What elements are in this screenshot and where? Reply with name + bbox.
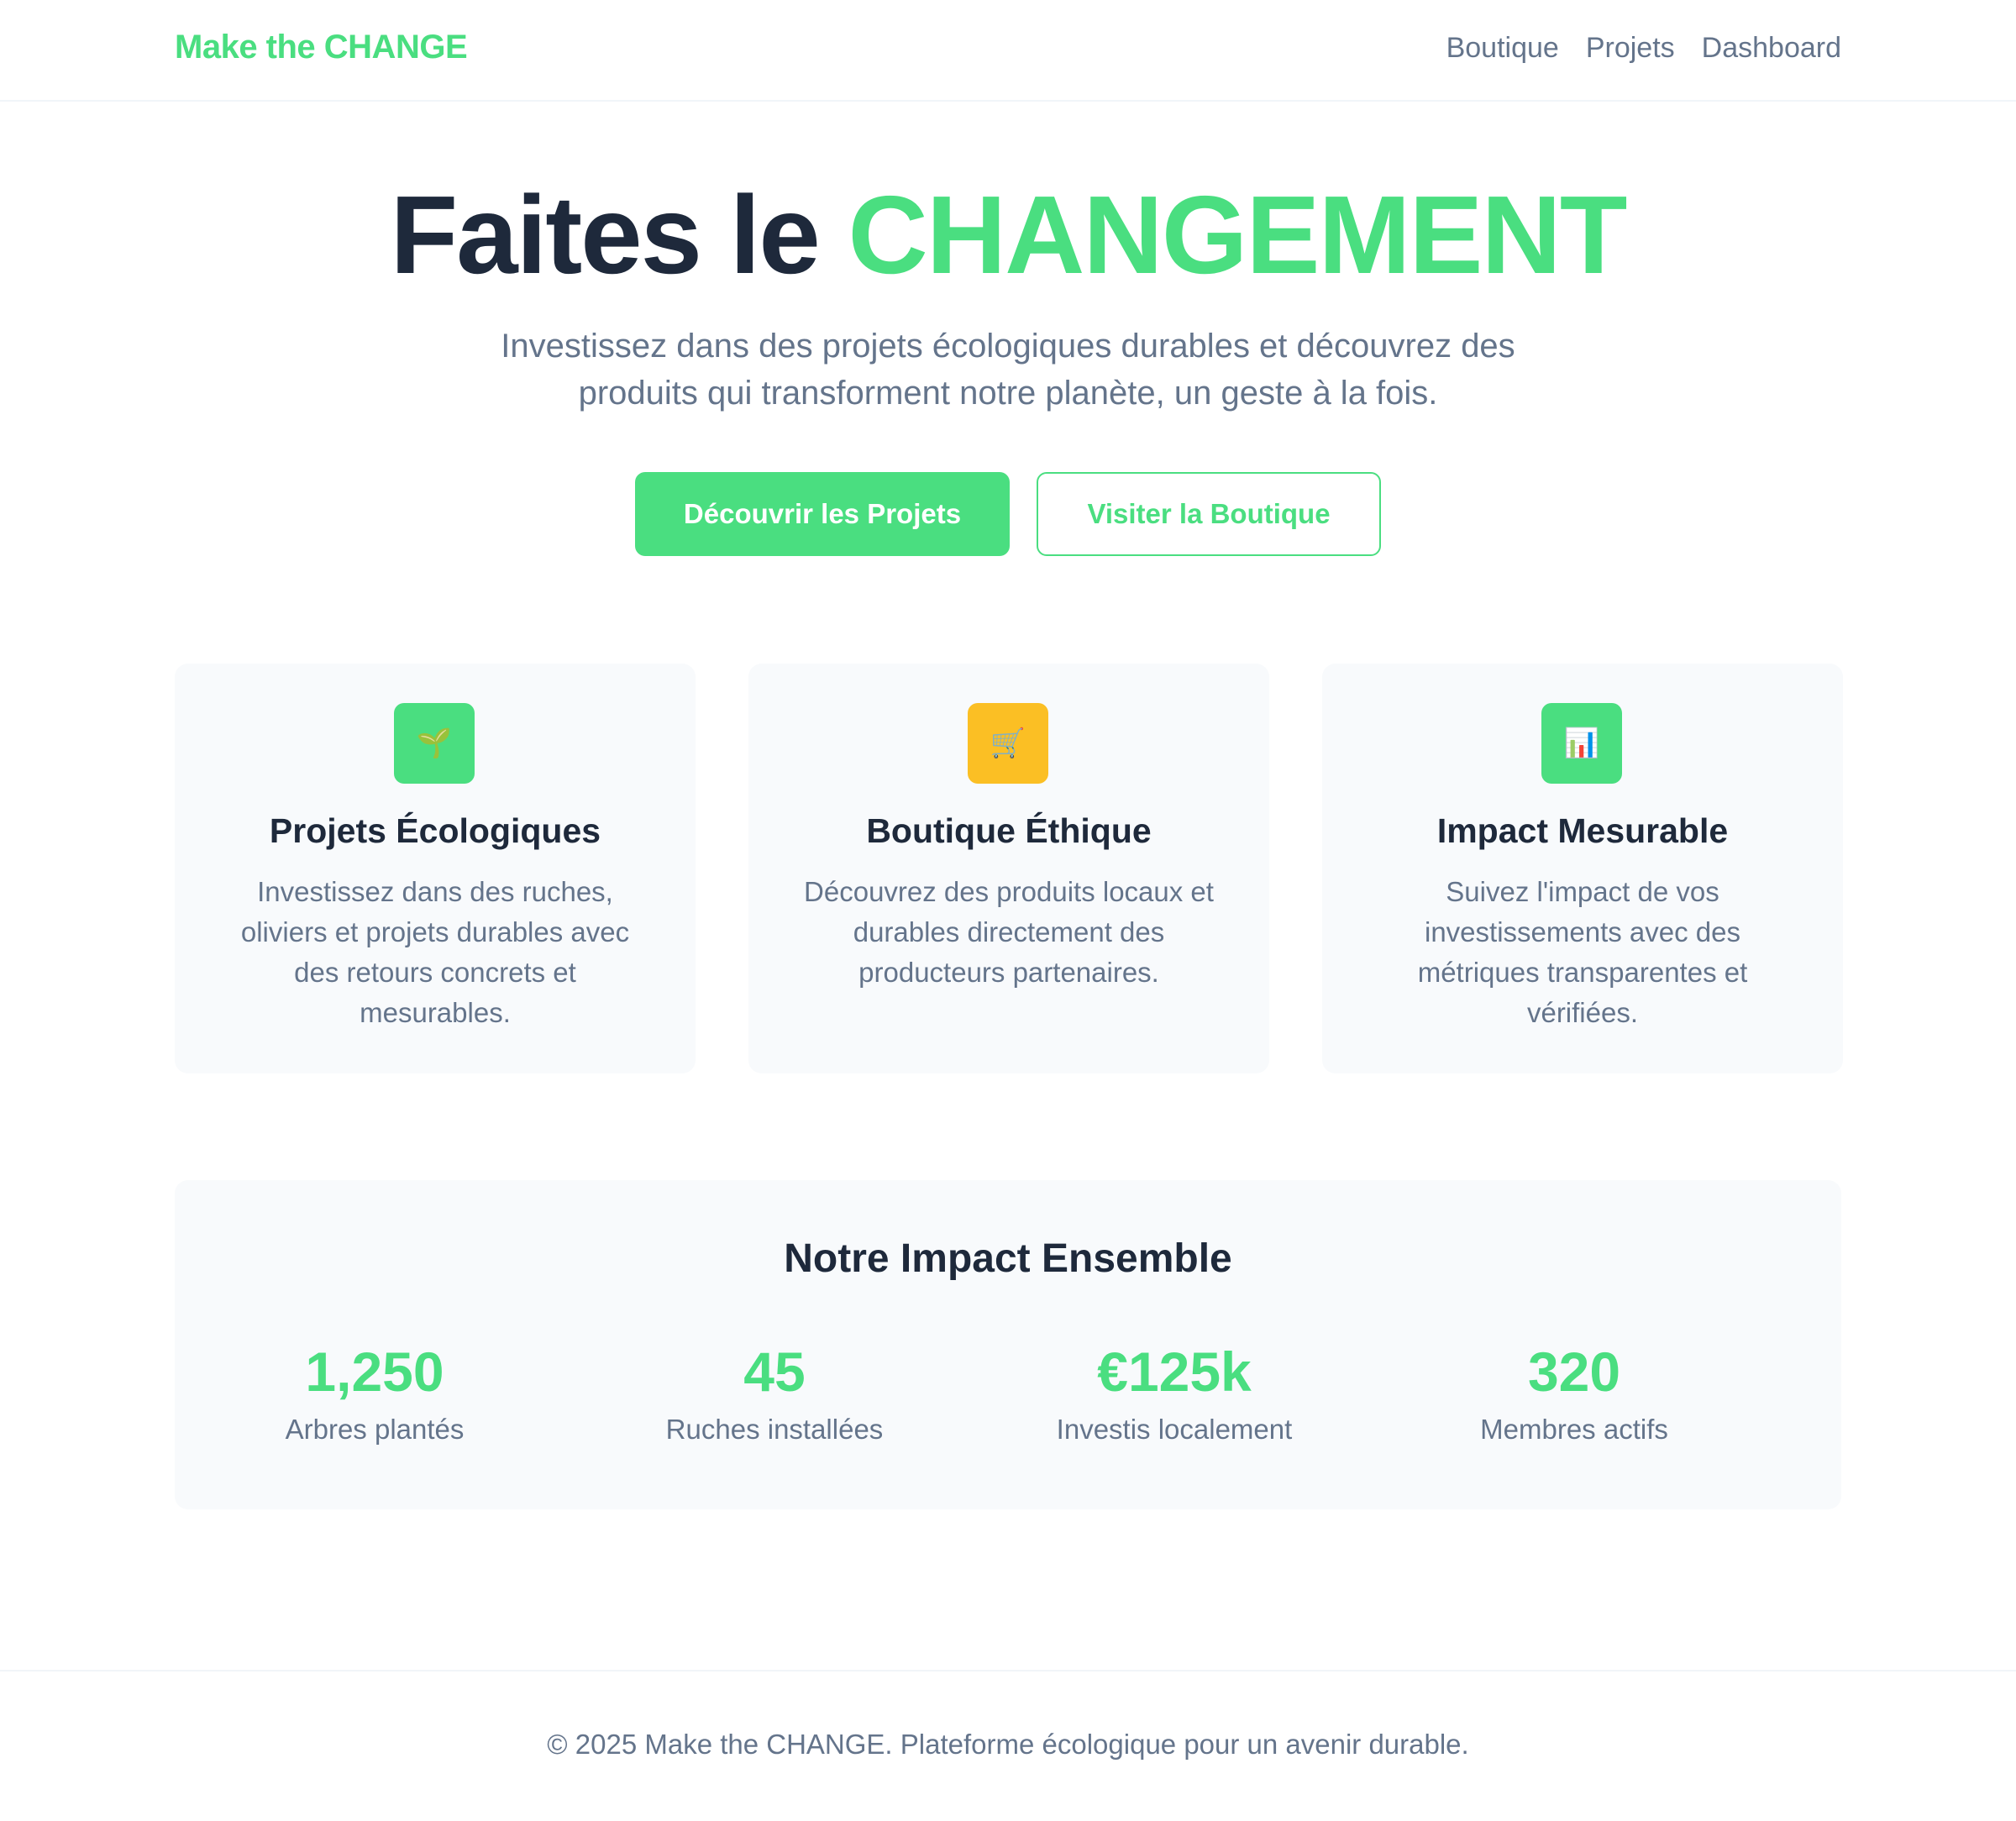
impact-title: Notre Impact Ensemble [784, 1236, 1232, 1281]
stat-label: Ruches installées [665, 1414, 884, 1445]
discover-projects-button[interactable]: Découvrir les Projets [635, 472, 1010, 556]
hero-title-main: Faites le [390, 173, 848, 297]
hero-title: Faites le CHANGEMENT [0, 168, 2016, 302]
site-logo[interactable]: Make the CHANGE [175, 29, 468, 66]
stat-value: €125k [1097, 1341, 1252, 1403]
feature-title: Boutique Éthique [866, 811, 1152, 850]
shopping-cart-icon: 🛒 [968, 703, 1048, 784]
site-header: Make the CHANGE Boutique Projets Dashboa… [0, 0, 2016, 102]
visit-shop-button[interactable]: Visiter la Boutique [1037, 472, 1381, 556]
feature-description: Investissez dans des ruches, oliviers et… [240, 876, 630, 1028]
hero-subtitle: Investissez dans des projets écologiques… [420, 323, 1596, 417]
nav-link-projets[interactable]: Projets [1586, 32, 1675, 65]
nav-link-dashboard[interactable]: Dashboard [1702, 32, 1841, 65]
stat-label: Arbres plantés [285, 1414, 465, 1445]
feature-description: Suivez l'impact de vos investissements a… [1417, 876, 1748, 1028]
feature-title: Impact Mesurable [1436, 811, 1729, 850]
bar-chart-icon: 📊 [1541, 703, 1622, 784]
feature-card-impact: 📊 Impact Mesurable Suivez l'impact de vo… [1322, 664, 1843, 1073]
feature-title: Projets Écologiques [269, 811, 601, 850]
stat-label: Membres actifs [1480, 1414, 1668, 1445]
hero-title-accent: CHANGEMENT [848, 173, 1627, 297]
stat-value: 45 [743, 1341, 806, 1403]
stat-value: 320 [1527, 1341, 1621, 1403]
feature-card-shop: 🛒 Boutique Éthique Découvrez des produit… [748, 664, 1269, 1073]
hero-subtitle-line-1: Investissez dans des projets écologiques… [501, 328, 1515, 365]
feature-card-projects: 🌱 Projets Écologiques Investissez dans d… [175, 664, 696, 1073]
footer-divider [0, 1670, 2016, 1671]
hero-subtitle-line-2: produits qui transforment notre planète,… [578, 375, 1438, 412]
impact-stats-section: Notre Impact Ensemble 1,250 Arbres plant… [175, 1180, 1841, 1509]
main-nav: Boutique Projets Dashboard [1446, 32, 1841, 65]
stat-label: Investis localement [1056, 1414, 1293, 1445]
stat-trees: 1,250 Arbres plantés [175, 1338, 575, 1446]
stat-members: 320 Membres actifs [1374, 1338, 1774, 1446]
stat-value: 1,250 [305, 1341, 444, 1403]
seedling-icon: 🌱 [394, 703, 475, 784]
feature-description: Découvrez des produits locaux et durable… [804, 876, 1214, 988]
nav-link-boutique[interactable]: Boutique [1446, 32, 1559, 65]
site-footer: © 2025 Make the CHANGE. Plateforme écolo… [547, 1729, 1469, 1760]
stat-invested: €125k Investis localement [974, 1338, 1374, 1446]
stat-hives: 45 Ruches installées [575, 1338, 974, 1446]
